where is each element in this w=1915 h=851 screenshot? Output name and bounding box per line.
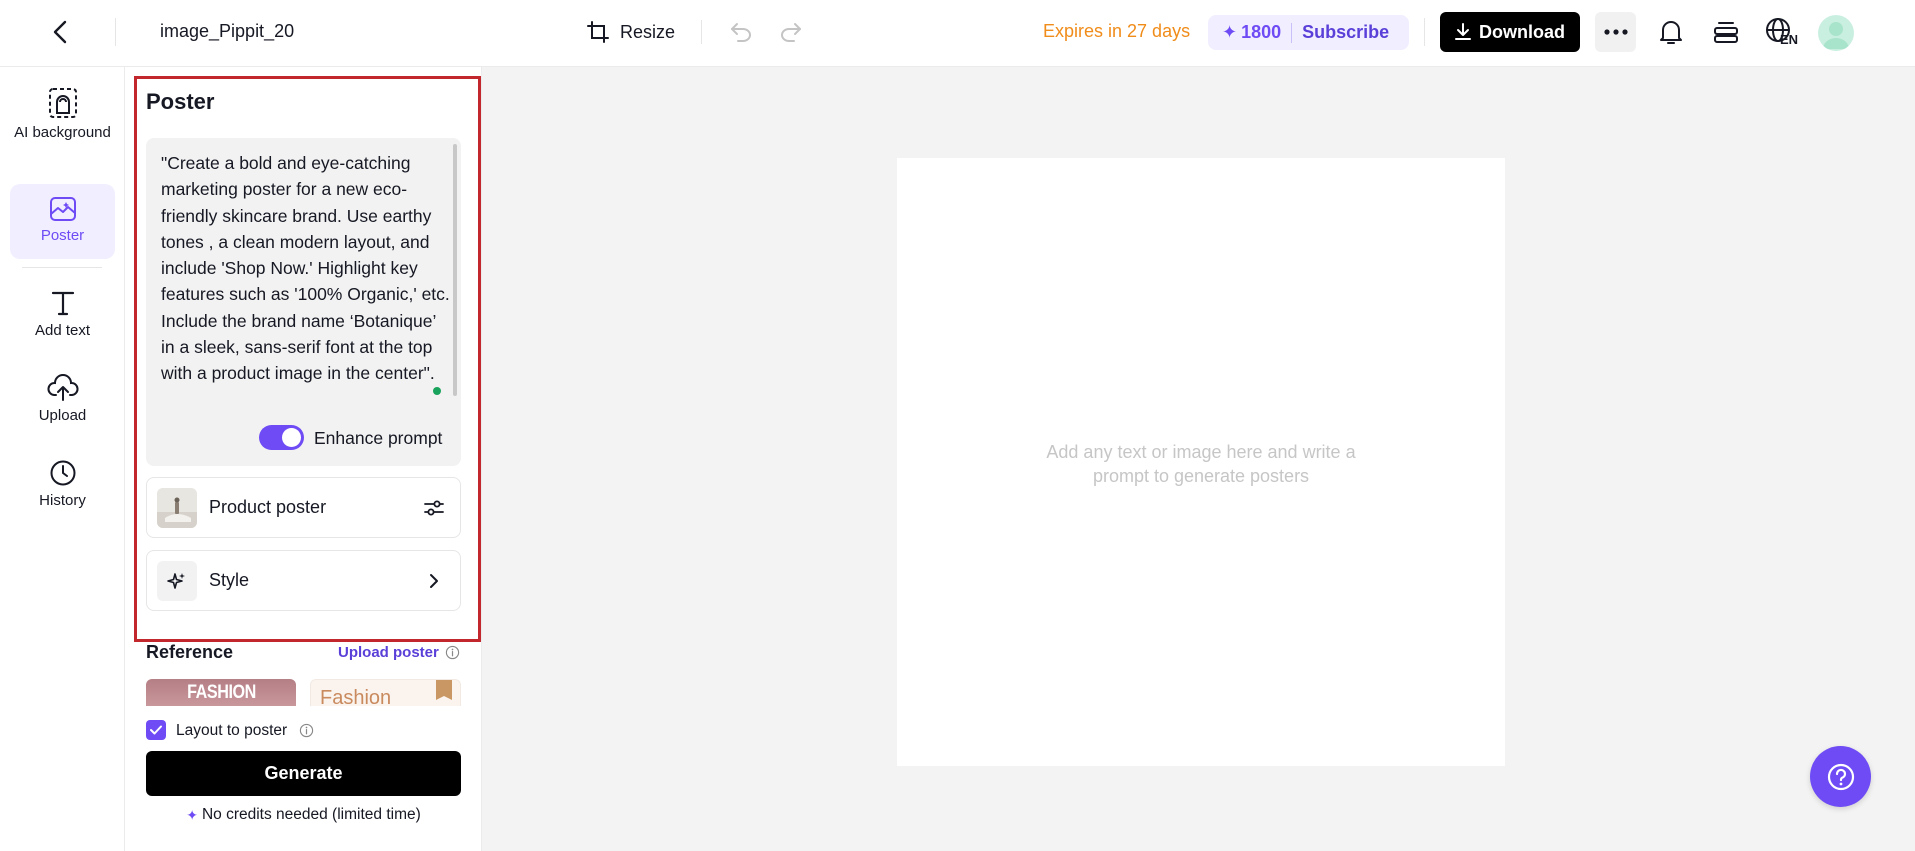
product-poster-thumbnail: [157, 487, 197, 528]
product-poster-option[interactable]: Product poster: [146, 477, 461, 538]
panel-title: Poster: [146, 89, 215, 114]
nav-label: Upload: [38, 407, 87, 424]
redo-button[interactable]: [776, 16, 806, 48]
enhance-prompt-toggle[interactable]: [259, 425, 304, 450]
status-dot: [433, 387, 441, 395]
subscribe-link[interactable]: Subscribe: [1302, 22, 1389, 43]
sparkle-icon: ✦: [1222, 22, 1238, 42]
bookmark-shape: [436, 680, 452, 700]
history-icon: [50, 460, 75, 486]
upload-icon: [47, 374, 78, 401]
divider: [115, 18, 116, 46]
no-credits-note: ✦ No credits needed (limited time): [146, 806, 461, 824]
layout-to-poster-checkbox[interactable]: [146, 720, 166, 740]
undo-button[interactable]: [726, 16, 756, 48]
more-options-button[interactable]: [1595, 12, 1636, 52]
layout-to-poster-label: Layout to poster: [176, 722, 288, 739]
undo-icon: [731, 23, 751, 42]
prompt-box[interactable]: "Create a bold and eye-catching marketin…: [146, 138, 461, 466]
user-avatar-icon: [1823, 22, 1849, 49]
info-icon[interactable]: [445, 645, 460, 660]
resize-icon: [587, 21, 609, 43]
check-icon: [150, 725, 162, 735]
divider: [1291, 22, 1293, 43]
download-button[interactable]: Download: [1440, 12, 1580, 52]
divider: [701, 20, 702, 44]
more-icon: [1603, 29, 1628, 35]
generate-button[interactable]: Generate: [146, 751, 461, 796]
back-button[interactable]: [44, 16, 76, 48]
expires-notice: Expires in 27 days: [1043, 21, 1191, 41]
resize-label: Resize: [620, 21, 676, 42]
upload-poster-link[interactable]: Upload poster: [338, 644, 439, 661]
file-title[interactable]: image_Pippit_20: [160, 21, 294, 42]
help-icon: [1827, 763, 1854, 790]
canvas-hint: Add any text or image here and write a p…: [1046, 442, 1356, 486]
redo-icon: [781, 23, 801, 42]
prompt-textarea[interactable]: "Create a bold and eye-catching marketin…: [161, 150, 451, 387]
nav-item-history[interactable]: History: [10, 459, 115, 524]
bell-icon: [1660, 21, 1682, 44]
left-nav: AI background Poster Add text Upload His…: [0, 67, 125, 851]
ai-background-icon: [48, 88, 77, 118]
nav-label: Poster: [40, 227, 85, 244]
text-icon: [51, 291, 74, 316]
nav-label: AI background: [14, 124, 111, 141]
language-code: EN: [1780, 32, 1799, 47]
nav-item-upload[interactable]: Upload: [10, 374, 115, 439]
poster-icon: [49, 197, 76, 221]
chevron-left-icon: [53, 20, 67, 44]
credits-pill[interactable]: ✦ 1800 Subscribe: [1208, 15, 1409, 50]
chevron-right-icon: [422, 569, 446, 593]
reference-title: Reference: [146, 642, 234, 662]
download-icon: [1455, 23, 1471, 40]
layers-icon: [1714, 22, 1738, 43]
credits-count: 1800: [1241, 22, 1282, 42]
nav-item-add-text[interactable]: Add text: [10, 289, 115, 354]
info-icon[interactable]: [299, 723, 314, 738]
reference-2-text: Fashion: [320, 687, 392, 706]
reference-thumbnail-1[interactable]: FASHION: [146, 679, 296, 706]
nav-label: History: [39, 492, 86, 509]
nav-item-poster[interactable]: Poster: [10, 184, 115, 259]
prompt-scrollbar[interactable]: [453, 144, 457, 396]
layers-button[interactable]: [1710, 16, 1742, 48]
sparkle-icon: ✦: [186, 806, 198, 823]
settings-sliders-icon[interactable]: [422, 496, 446, 520]
reference-thumbnail-2[interactable]: Fashion: [310, 679, 461, 706]
divider: [22, 267, 102, 268]
enhance-prompt-label: Enhance prompt: [314, 428, 443, 448]
reference-1-text: FASHION: [186, 681, 256, 703]
product-poster-label: Product poster: [209, 497, 327, 517]
resize-button[interactable]: Resize: [586, 16, 675, 48]
nav-item-ai-background[interactable]: AI background: [10, 87, 115, 167]
nav-label: Add text: [34, 322, 91, 339]
style-label: Style: [209, 570, 250, 590]
toggle-knob: [282, 428, 301, 447]
top-bar: image_Pippit_20 Resize Expires in 27 day…: [0, 0, 1915, 67]
divider: [1424, 18, 1425, 46]
help-button[interactable]: [1810, 746, 1871, 807]
no-credits-text: No credits needed (limited time): [201, 806, 421, 823]
product-thumbnail-image: [157, 487, 197, 528]
sparkle-icon: [167, 572, 185, 589]
notifications-button[interactable]: [1655, 16, 1687, 48]
style-thumbnail: [157, 560, 197, 601]
avatar[interactable]: [1818, 15, 1854, 51]
style-option[interactable]: Style: [146, 550, 461, 611]
download-label: Download: [1479, 21, 1565, 42]
